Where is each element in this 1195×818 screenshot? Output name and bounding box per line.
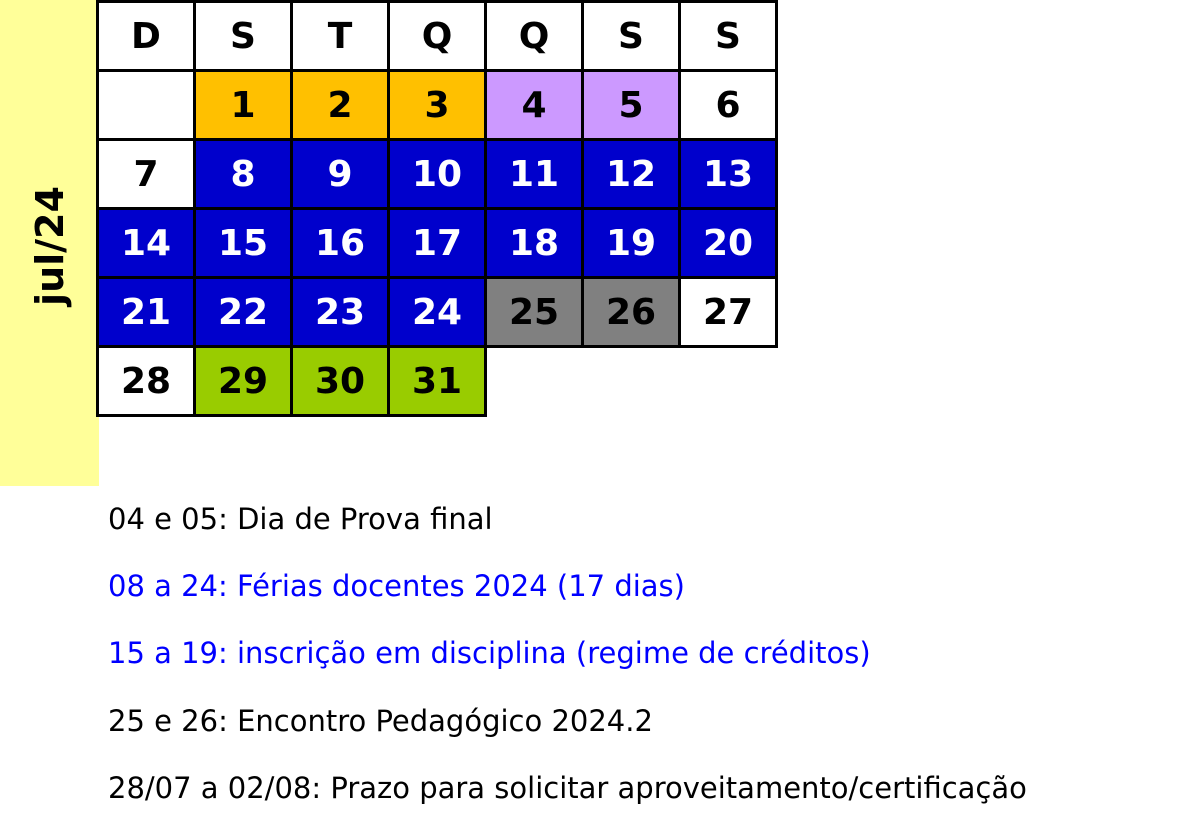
day-cell: 16: [290, 207, 390, 279]
weekday-header: D: [96, 0, 196, 72]
day-cell: 17: [387, 207, 487, 279]
legend-line: 15 a 19: inscrição em disciplina (regime…: [108, 636, 871, 670]
month-band: jul/24: [0, 0, 99, 486]
day-cell: 29: [193, 345, 293, 417]
day-cell: 28: [96, 345, 196, 417]
day-cell: 10: [387, 138, 487, 210]
empty-day-cell: [96, 69, 196, 141]
day-cell: 8: [193, 138, 293, 210]
day-cell: 12: [581, 138, 681, 210]
legend-line: 28/07 a 02/08: Prazo para solicitar apro…: [108, 771, 1027, 805]
day-cell: 4: [484, 69, 584, 141]
day-cell: 7: [96, 138, 196, 210]
weekday-header: Q: [484, 0, 584, 72]
day-cell: 27: [678, 276, 778, 348]
day-cell: 21: [96, 276, 196, 348]
day-cell: 5: [581, 69, 681, 141]
day-cell: 26: [581, 276, 681, 348]
legend-line: 04 e 05: Dia de Prova final: [108, 502, 493, 536]
day-cell: 19: [581, 207, 681, 279]
day-cell: 22: [193, 276, 293, 348]
day-cell: 18: [484, 207, 584, 279]
day-cell: 13: [678, 138, 778, 210]
weekday-header: S: [581, 0, 681, 72]
day-cell: 25: [484, 276, 584, 348]
day-cell: 6: [678, 69, 778, 141]
day-cell: 11: [484, 138, 584, 210]
weekday-header: Q: [387, 0, 487, 72]
day-cell: 1: [193, 69, 293, 141]
day-cell: 20: [678, 207, 778, 279]
day-cell: 15: [193, 207, 293, 279]
day-cell: 9: [290, 138, 390, 210]
month-label: jul/24: [28, 186, 72, 306]
day-cell: 14: [96, 207, 196, 279]
day-cell: 31: [387, 345, 487, 417]
weekday-header: S: [193, 0, 293, 72]
legend-line: 25 e 26: Encontro Pedagógico 2024.2: [108, 704, 653, 738]
day-cell: 24: [387, 276, 487, 348]
day-cell: 3: [387, 69, 487, 141]
day-cell: 23: [290, 276, 390, 348]
weekday-header: S: [678, 0, 778, 72]
legend-line: 08 a 24: Férias docentes 2024 (17 dias): [108, 569, 685, 603]
day-cell: 2: [290, 69, 390, 141]
weekday-header: T: [290, 0, 390, 72]
day-cell: 30: [290, 345, 390, 417]
